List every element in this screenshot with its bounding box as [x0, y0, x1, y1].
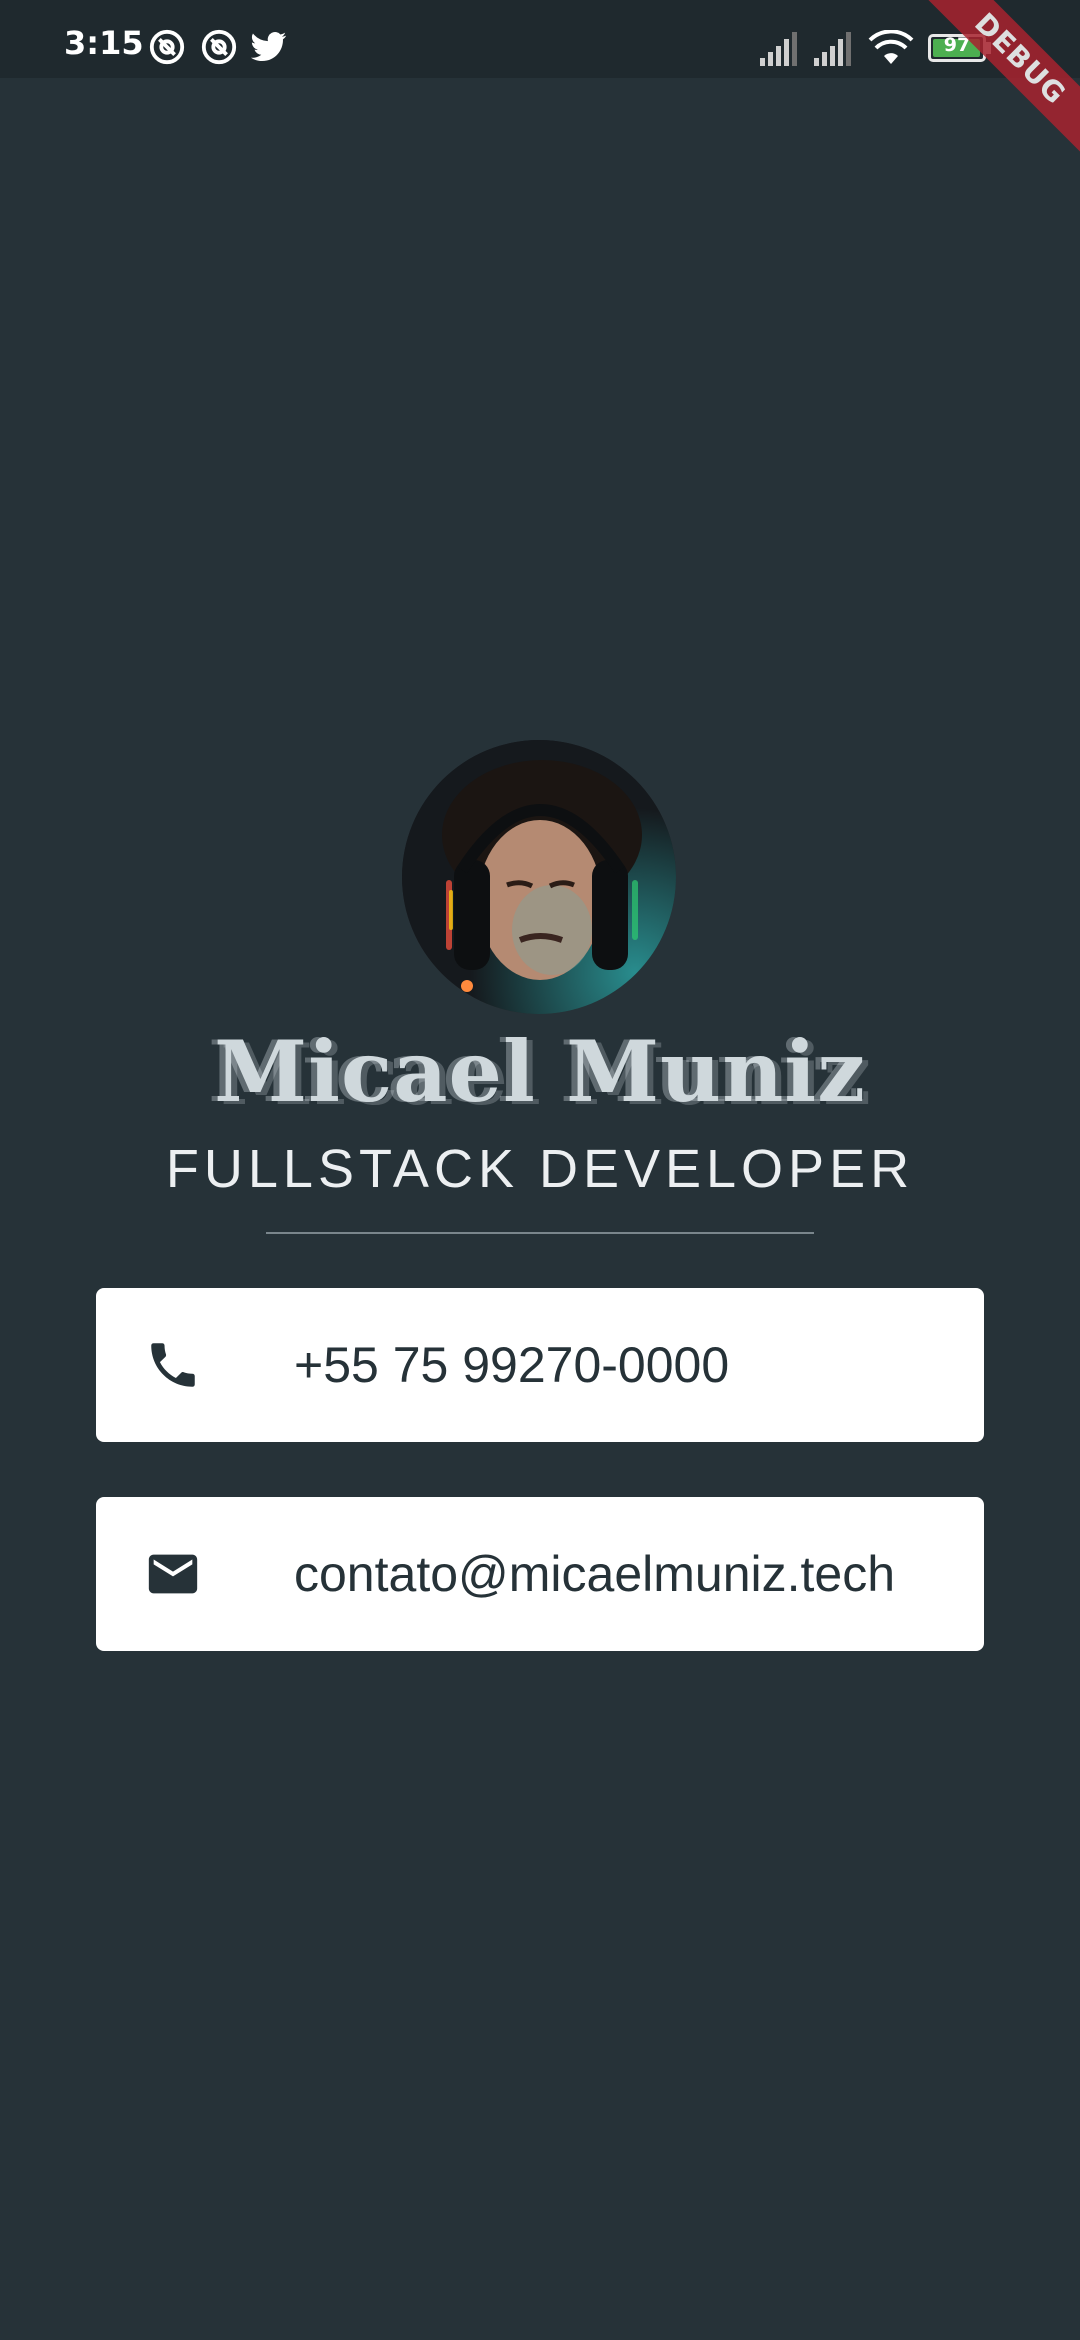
status-bar: 3:15 97 — [0, 0, 1080, 78]
phone-icon — [151, 1343, 195, 1387]
signal-icon — [814, 32, 851, 66]
phone-number: +55 75 99270-0000 — [294, 1337, 730, 1393]
profile-name: Micael Muniz — [214, 1022, 866, 1121]
avatar-photo — [402, 740, 676, 1014]
email-card[interactable]: contato@micaelmuniz.tech — [96, 1497, 984, 1651]
status-time: 3:15 — [64, 24, 144, 62]
divider — [266, 1232, 814, 1234]
phone-card[interactable]: +55 75 99270-0000 — [96, 1288, 984, 1442]
email-address: contato@micaelmuniz.tech — [294, 1546, 896, 1602]
profile-role: FULLSTACK DEVELOPER — [165, 1139, 915, 1199]
avatar — [402, 740, 676, 1014]
signal-icon — [760, 32, 797, 66]
wifi-icon — [868, 30, 914, 64]
at-sign-icon — [201, 29, 237, 65]
email-icon — [148, 1554, 198, 1594]
twitter-icon — [250, 32, 287, 62]
at-sign-icon — [149, 29, 185, 65]
